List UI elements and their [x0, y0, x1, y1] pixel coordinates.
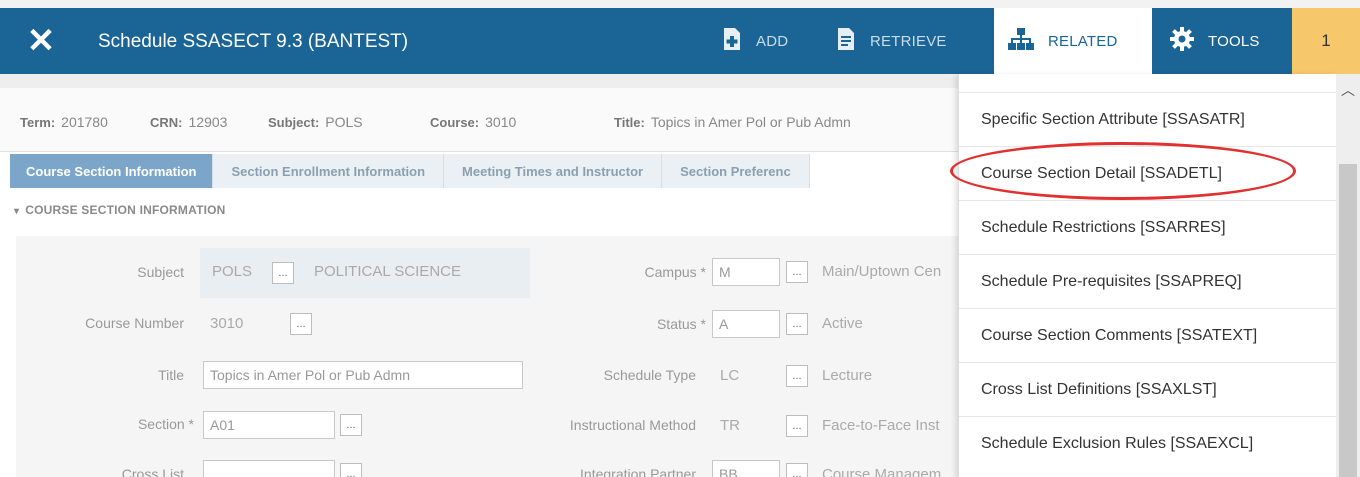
crn-label: CRN: — [150, 115, 183, 130]
term-field: Term: 201780 — [20, 114, 108, 130]
instructional-method-description: Face-to-Face Inst — [822, 417, 940, 434]
subject-label: Subject — [137, 264, 184, 280]
instructional-method-value: TR — [720, 417, 740, 434]
menu-item-ssasatr[interactable]: Specific Section Attribute [SSASATR] — [959, 92, 1337, 146]
integration-partner-description: Course Managem — [822, 466, 942, 477]
tools-button[interactable]: TOOLS — [1152, 8, 1292, 74]
crn-field: CRN: 12903 — [150, 114, 227, 130]
integration-partner-lookup-button[interactable]: ... — [786, 463, 808, 477]
scroll-thumb[interactable] — [1339, 164, 1357, 477]
campus-description: Main/Uptown Cen — [822, 263, 942, 280]
title-key-label: Title: — [614, 115, 645, 130]
subject-lookup-button[interactable]: ... — [272, 262, 294, 284]
gear-icon — [1170, 27, 1194, 55]
header-top-strip — [0, 0, 1360, 8]
campus-label: Campus * — [644, 264, 706, 280]
section-heading-text: COURSE SECTION INFORMATION — [25, 203, 226, 217]
menu-scrollbar[interactable]: ︿ — [1336, 74, 1360, 477]
status-description: Active — [822, 315, 863, 332]
section-lookup-button[interactable]: ... — [340, 414, 362, 436]
instructional-method-lookup-button[interactable]: ... — [786, 415, 808, 437]
close-button[interactable]: ✕ — [10, 8, 72, 74]
campus-lookup-button[interactable]: ... — [786, 261, 808, 283]
subject-key-value: POLS — [325, 114, 363, 130]
schedule-type-description: Lecture — [822, 367, 873, 384]
integration-partner-label: Integration Partner — [580, 466, 696, 477]
course-number-label: Course Number — [85, 315, 184, 331]
instructional-method-label: Instructional Method — [569, 417, 696, 433]
subject-key-label: Subject: — [268, 115, 320, 130]
title-input[interactable]: Topics in Amer Pol or Pub Admn — [203, 361, 523, 389]
collapse-caret-icon: ▾ — [14, 206, 20, 217]
menu-item-ssadetl[interactable]: Course Section Detail [SSADETL] — [959, 146, 1337, 200]
course-key-value: 3010 — [485, 114, 517, 130]
menu-item-ssaxlst[interactable]: Cross List Definitions [SSAXLST] — [959, 362, 1337, 416]
retrieve-label: RETRIEVE — [870, 32, 947, 50]
tab-course-section-information[interactable]: Course Section Information — [10, 154, 214, 188]
notification-badge[interactable]: 1 — [1292, 8, 1360, 74]
title-key-value: Topics in Amer Pol or Pub Admn — [650, 114, 851, 130]
cross-list-lookup-button[interactable]: ... — [340, 463, 362, 477]
course-key-field: Course: 3010 — [430, 114, 516, 130]
course-number-value: 3010 — [210, 315, 244, 332]
subject-code: POLS — [212, 263, 253, 280]
related-label: RELATED — [1048, 32, 1118, 50]
related-button[interactable]: RELATED — [994, 8, 1152, 74]
add-document-icon — [722, 27, 742, 55]
schedule-type-label: Schedule Type — [603, 367, 696, 383]
page-title: Schedule SSASECT 9.3 (BANTEST) — [98, 31, 409, 52]
subject-key-field: Subject: POLS — [268, 114, 363, 130]
menu-item-ssaexcl[interactable]: Schedule Exclusion Rules [SSAEXCL] — [959, 416, 1337, 470]
tab-section-enrollment-information[interactable]: Section Enrollment Information — [213, 154, 445, 188]
scroll-up-icon[interactable]: ︿ — [1341, 80, 1355, 100]
menu-item-ssatext[interactable]: Course Section Comments [SSATEXT] — [959, 308, 1337, 362]
section-heading[interactable]: ▾ COURSE SECTION INFORMATION — [14, 203, 226, 217]
section-label: Section * — [137, 416, 194, 432]
add-label: ADD — [756, 32, 789, 50]
tab-meeting-times-and-instructor[interactable]: Meeting Times and Instructor — [444, 154, 663, 188]
status-input[interactable]: A — [712, 310, 780, 338]
related-menu: Specific Section Attribute [SSASATR] Cou… — [958, 74, 1337, 477]
cross-list-input[interactable] — [203, 460, 335, 477]
status-label: Status * — [656, 316, 706, 332]
menu-item-ssarres[interactable]: Schedule Restrictions [SSARRES] — [959, 200, 1337, 254]
key-block: Term: 201780 CRN: 12903 Subject: POLS Cours… — [0, 88, 960, 152]
sitemap-icon — [1008, 27, 1034, 55]
section-input[interactable]: A01 — [203, 411, 335, 439]
tab-section-preferences[interactable]: Section Preferenc — [662, 154, 810, 188]
course-key-label: Course: — [430, 115, 480, 130]
integration-partner-input[interactable]: BB — [712, 460, 780, 477]
schedule-type-lookup-button[interactable]: ... — [786, 365, 808, 387]
section-tabs: Course Section Information Section Enrol… — [10, 154, 810, 188]
title-label: Title — [158, 367, 184, 383]
subject-description: POLITICAL SCIENCE — [314, 263, 461, 280]
schedule-type-value: LC — [720, 367, 740, 384]
term-value: 201780 — [61, 114, 108, 130]
tools-label: TOOLS — [1208, 32, 1260, 50]
course-number-lookup-button[interactable]: ... — [290, 313, 312, 335]
retrieve-document-icon — [836, 27, 856, 55]
status-lookup-button[interactable]: ... — [786, 313, 808, 335]
crn-value: 12903 — [188, 114, 228, 130]
term-label: Term: — [20, 115, 56, 130]
campus-input[interactable]: M — [712, 258, 780, 286]
title-key-field: Title: Topics in Amer Pol or Pub Admn — [614, 114, 851, 130]
add-button[interactable]: ADD — [722, 8, 788, 74]
menu-item-ssapreq[interactable]: Schedule Pre-requisites [SSAPREQ] — [959, 254, 1337, 308]
retrieve-button[interactable]: RETRIEVE — [836, 8, 947, 74]
cross-list-label: Cross List — [121, 466, 184, 477]
